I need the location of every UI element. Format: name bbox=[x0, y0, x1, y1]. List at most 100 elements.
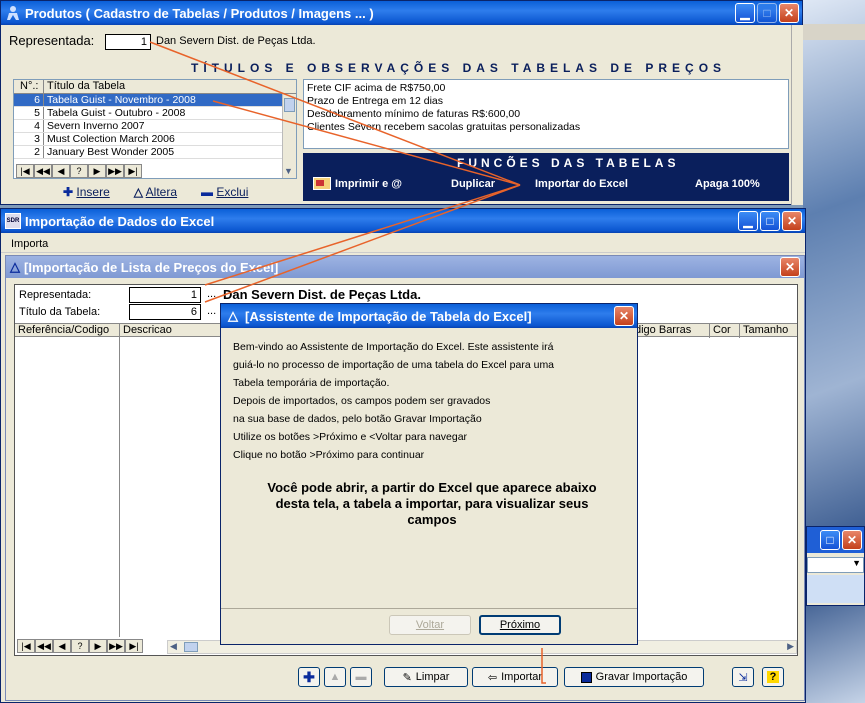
row-num: 4 bbox=[14, 120, 44, 132]
grid-divider bbox=[119, 337, 120, 637]
nav-next-icon[interactable]: ▶ bbox=[89, 639, 107, 653]
importar-button[interactable]: ⇦ Importar bbox=[472, 667, 558, 687]
nav-last-icon[interactable]: ▶| bbox=[124, 164, 142, 178]
scroll-thumb[interactable] bbox=[184, 642, 198, 652]
importar-excel-button[interactable]: Importar do Excel bbox=[535, 178, 628, 190]
altera-action[interactable]: △ Altera bbox=[134, 185, 177, 199]
col-cor[interactable]: Cor bbox=[709, 324, 731, 338]
help-icon: ? bbox=[766, 671, 780, 683]
section-title: TÍTULOS E OBSERVAÇÕES DAS TABELAS DE PRE… bbox=[191, 61, 727, 75]
table-row[interactable]: 4 Severn Inverno 2007 bbox=[14, 120, 282, 133]
nav-prev-icon[interactable]: ◀ bbox=[53, 639, 71, 653]
nav-help-icon[interactable]: ? bbox=[71, 639, 89, 653]
apaga-button[interactable]: Apaga 100% bbox=[695, 178, 760, 190]
wizard-line: Tabela temporária de importação. bbox=[233, 377, 390, 389]
nav-first-icon[interactable]: |◀ bbox=[17, 639, 35, 653]
produtos-window: Produtos ( Cadastro de Tabelas / Produto… bbox=[0, 0, 803, 205]
triangle-icon: △ bbox=[228, 308, 238, 323]
wizard-title: [Assistente de Importação de Tabela do E… bbox=[245, 308, 532, 324]
edit-button: ▲ bbox=[324, 667, 346, 687]
wizard-line: guiá-lo no processo de importação de uma… bbox=[233, 359, 555, 371]
list-scrollbar[interactable]: ▼ bbox=[282, 94, 296, 178]
close-button[interactable]: ✕ bbox=[779, 3, 799, 23]
help-button[interactable]: ? bbox=[762, 667, 784, 687]
background-combo[interactable]: ▼ bbox=[807, 557, 864, 573]
row-title: Severn Inverno 2007 bbox=[47, 120, 145, 132]
maximize-icon[interactable]: □ bbox=[820, 530, 840, 550]
nav-prev-page-icon[interactable]: ◀◀ bbox=[34, 164, 52, 178]
close-button[interactable]: ✕ bbox=[782, 211, 802, 231]
add-button[interactable]: ✚ bbox=[298, 667, 320, 687]
table-row[interactable]: 5 Tabela Guist - Outubro - 2008 bbox=[14, 107, 282, 120]
wizard-separator bbox=[221, 608, 637, 609]
exclui-action[interactable]: ▬ Exclui bbox=[201, 185, 248, 199]
row-num: 6 bbox=[14, 94, 44, 106]
scroll-down-icon[interactable]: ▼ bbox=[284, 166, 293, 176]
desktop-window-strip bbox=[803, 24, 865, 40]
plus-icon: ✚ bbox=[303, 668, 315, 685]
minimize-button[interactable]: ▁ bbox=[735, 3, 755, 23]
table-actions: ✚ Insere △ Altera ▬ Exclui bbox=[63, 185, 248, 199]
triangle-icon: △ bbox=[10, 259, 20, 274]
representada-lookup[interactable]: ... bbox=[207, 288, 216, 300]
minimize-button[interactable]: ▁ bbox=[738, 211, 758, 231]
wizard-intro: Bem-vindo ao Assistente de Importação do… bbox=[233, 338, 633, 464]
tables-list[interactable]: N°.: Título da Tabela 6 Tabela Guist - No… bbox=[13, 79, 297, 179]
printer-mail-icon bbox=[313, 177, 331, 190]
scroll-right-icon[interactable]: ▶ bbox=[787, 641, 794, 652]
child-close-button[interactable]: ✕ bbox=[780, 257, 800, 277]
observation-line: Clientes Severn recebem sacolas gratuita… bbox=[307, 121, 581, 133]
col-referencia[interactable]: Referência/Codigo bbox=[18, 324, 109, 336]
wizard-dialog: △ [Assistente de Importação de Tabela do… bbox=[220, 303, 638, 645]
menu-importa[interactable]: Importa bbox=[11, 238, 48, 250]
header-num[interactable]: N°.: bbox=[14, 80, 44, 93]
triangle-icon: ▲ bbox=[329, 671, 341, 683]
tables-navbar: |◀ ◀◀ ◀ ? ▶ ▶▶ ▶| bbox=[16, 164, 142, 178]
nav-last-icon[interactable]: ▶| bbox=[125, 639, 143, 653]
background-selection bbox=[807, 575, 864, 603]
nav-next-icon[interactable]: ▶ bbox=[88, 164, 106, 178]
titulo-lookup[interactable]: ... bbox=[207, 305, 216, 317]
header-title[interactable]: Título da Tabela bbox=[44, 80, 296, 93]
funcoes-title: FUNCÕES DAS TABELAS bbox=[457, 156, 680, 170]
insere-action[interactable]: ✚ Insere bbox=[63, 185, 110, 199]
limpar-button[interactable]: ✎ Limpar bbox=[384, 667, 468, 687]
window-title: Produtos ( Cadastro de Tabelas / Produto… bbox=[25, 5, 374, 21]
sdr-app-icon: SDR bbox=[5, 213, 21, 229]
grid-navbar: |◀ ◀◀ ◀ ? ▶ ▶▶ ▶| bbox=[17, 639, 143, 653]
scroll-left-icon[interactable]: ◀ bbox=[170, 641, 177, 652]
maximize-button[interactable]: □ bbox=[760, 211, 780, 231]
wizard-bold-text: Você pode abrir, a partir do Excel que a… bbox=[267, 480, 597, 527]
nav-prev-page-icon[interactable]: ◀◀ bbox=[35, 639, 53, 653]
nav-help-icon[interactable]: ? bbox=[70, 164, 88, 178]
row-title: January Best Wonder 2005 bbox=[47, 146, 175, 158]
close-button[interactable]: ✕ bbox=[614, 306, 634, 326]
representada-input[interactable] bbox=[129, 287, 201, 303]
nav-next-page-icon[interactable]: ▶▶ bbox=[107, 639, 125, 653]
col-descricao[interactable]: Descricao bbox=[119, 324, 172, 338]
imprimir-button[interactable]: Imprimir e @ bbox=[313, 177, 402, 190]
col-tamanho[interactable]: Tamanho bbox=[739, 324, 788, 338]
chevron-down-icon: ▼ bbox=[852, 558, 861, 568]
exit-button[interactable]: ⇲ bbox=[732, 667, 754, 687]
table-row[interactable]: 2 January Best Wonder 2005 bbox=[14, 146, 282, 159]
col-codigo-barras[interactable]: digo Barras bbox=[635, 324, 691, 336]
nav-first-icon[interactable]: |◀ bbox=[16, 164, 34, 178]
table-row[interactable]: 3 Must Colection March 2006 bbox=[14, 133, 282, 146]
table-row[interactable]: 6 Tabela Guist - Novembro - 2008 bbox=[14, 94, 282, 107]
nav-prev-icon[interactable]: ◀ bbox=[52, 164, 70, 178]
observations-box[interactable]: Frete CIF acima de R$750,00 Prazo de Entr… bbox=[303, 79, 789, 149]
representada-label: Representada: bbox=[19, 289, 92, 301]
duplicar-button[interactable]: Duplicar bbox=[451, 178, 495, 190]
proximo-button[interactable]: Próximo bbox=[479, 615, 561, 635]
observation-line: Prazo de Entrega em 12 dias bbox=[307, 95, 443, 107]
representada-input[interactable] bbox=[105, 34, 151, 50]
scroll-thumb[interactable] bbox=[284, 98, 295, 112]
gravar-importacao-button[interactable]: Gravar Importação bbox=[564, 667, 704, 687]
nav-next-page-icon[interactable]: ▶▶ bbox=[106, 164, 124, 178]
titulo-input[interactable] bbox=[129, 304, 201, 320]
produtos-scrollbar[interactable] bbox=[791, 25, 803, 205]
close-icon[interactable]: ✕ bbox=[842, 530, 862, 550]
import-icon: ⇦ bbox=[487, 671, 498, 684]
observation-line: Desdobramento mínimo de faturas R$:600,0… bbox=[307, 108, 521, 120]
